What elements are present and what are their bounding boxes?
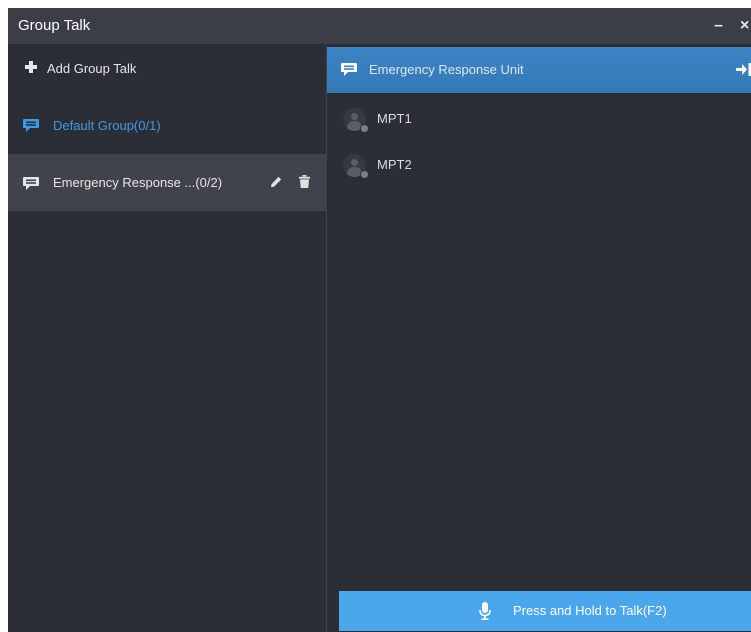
close-button[interactable]: × — [740, 8, 749, 44]
message-icon — [23, 119, 39, 132]
selected-group-header: Emergency Response Unit — [327, 47, 751, 93]
pencil-icon[interactable] — [270, 176, 282, 188]
title-bar: Group Talk – × — [8, 8, 751, 44]
exit-icon[interactable] — [736, 63, 751, 76]
group-talk-window: Group Talk – × Add Group Talk Default Gr… — [8, 8, 751, 632]
add-group-talk-label: Add Group Talk — [47, 61, 137, 76]
group-label: Emergency Response ...(0/2) — [53, 175, 223, 190]
trash-icon[interactable] — [299, 175, 310, 188]
member-name: MPT2 — [377, 157, 412, 172]
add-group-talk-button[interactable]: Add Group Talk — [8, 44, 326, 94]
offline-status-dot — [360, 124, 369, 133]
plus-icon — [25, 61, 37, 73]
group-list-panel: Add Group Talk Default Group(0/1) Emerge… — [8, 44, 326, 632]
selected-group-title: Emergency Response Unit — [369, 62, 524, 77]
offline-status-dot — [360, 170, 369, 179]
message-icon — [23, 177, 39, 190]
message-icon — [341, 63, 357, 76]
member-item[interactable]: MPT2 — [327, 145, 751, 185]
group-item-emergency-response[interactable]: Emergency Response ...(0/2) — [8, 154, 326, 211]
group-item-default[interactable]: Default Group(0/1) — [8, 98, 326, 153]
press-to-talk-button[interactable]: Press and Hold to Talk(F2) — [339, 591, 751, 631]
window-title: Group Talk — [18, 17, 91, 34]
member-item[interactable]: MPT1 — [327, 99, 751, 139]
member-panel: Emergency Response Unit MPT1 MPT2 Press … — [327, 44, 751, 632]
group-label: Default Group(0/1) — [53, 118, 161, 133]
talk-button-label: Press and Hold to Talk(F2) — [513, 603, 667, 618]
microphone-icon — [479, 602, 491, 620]
minimize-button[interactable]: – — [714, 8, 723, 44]
member-name: MPT1 — [377, 111, 412, 126]
